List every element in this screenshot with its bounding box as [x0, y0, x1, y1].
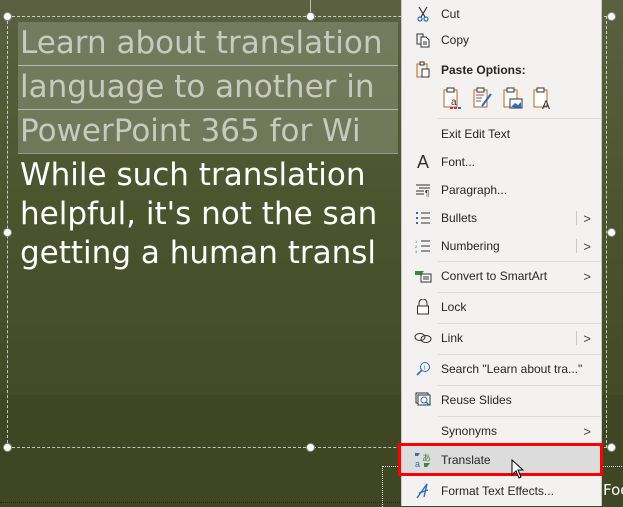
split-separator: [576, 211, 577, 225]
submenu-arrow-icon[interactable]: >: [583, 211, 591, 226]
scissors-icon: [414, 5, 432, 23]
split-separator: [576, 239, 577, 253]
menu-item-label: Format Text Effects...: [441, 484, 554, 498]
resize-handle-top-left[interactable]: [3, 12, 12, 21]
resize-handle-bottom-left[interactable]: [3, 443, 12, 452]
menu-item-lock[interactable]: Lock: [402, 293, 601, 321]
bottom-placeholder-border: [0, 502, 400, 504]
submenu-arrow-icon: >: [583, 268, 591, 284]
menu-item-label: Exit Edit Text: [441, 127, 511, 141]
body-text-line[interactable]: getting a human transl: [18, 232, 398, 271]
menu-item-label: Cut: [441, 7, 460, 21]
slide-text-body[interactable]: Learn about translation language to anot…: [18, 22, 398, 271]
paste-destination-icon: a: [443, 87, 461, 109]
svg-text:3: 3: [415, 249, 418, 253]
menu-item-search[interactable]: i Search "Learn about tra...": [402, 355, 601, 383]
footer-text: Foo: [603, 481, 623, 499]
menu-item-label: Copy: [441, 33, 470, 47]
submenu-arrow-icon: >: [583, 423, 591, 439]
menu-item-format-text-effects[interactable]: Format Text Effects...: [402, 477, 601, 505]
smartart-icon: [414, 267, 432, 285]
font-icon: A: [416, 151, 429, 172]
menu-item-synonyms[interactable]: Synonyms >: [402, 417, 601, 445]
search-icon: i: [414, 360, 432, 378]
menu-item-label: Font...: [441, 155, 476, 169]
text-effects-icon: [414, 482, 432, 500]
menu-item-font[interactable]: A Font...: [402, 148, 601, 176]
submenu-arrow-icon[interactable]: >: [583, 239, 591, 254]
svg-text:¶: ¶: [425, 189, 429, 197]
clipboard-icon: [414, 61, 432, 79]
paragraph-icon: ¶: [414, 181, 432, 199]
lock-icon: [414, 298, 432, 316]
bullets-icon: [414, 209, 432, 227]
svg-text:A: A: [542, 98, 550, 110]
menu-item-paste-options: Paste Options:: [402, 56, 601, 84]
paste-source-format-icon: [473, 87, 492, 108]
menu-item-label: Link: [441, 331, 464, 345]
copy-icon: [414, 31, 432, 49]
menu-item-copy[interactable]: Copy: [402, 26, 601, 54]
resize-handle-middle-right[interactable]: [607, 228, 616, 237]
reuse-slides-icon: [414, 391, 432, 409]
body-text-line[interactable]: While such translation: [18, 154, 398, 193]
numbering-icon: 123: [414, 237, 432, 255]
body-text-line[interactable]: helpful, it's not the san: [18, 193, 398, 232]
menu-item-label: Numbering: [441, 239, 500, 253]
split-separator: [576, 331, 577, 345]
translate-highlight-annotation: [398, 443, 603, 476]
paste-use-destination-theme-button[interactable]: a: [440, 86, 464, 110]
paste-options-row: a A: [440, 86, 554, 110]
menu-item-label: Reuse Slides: [441, 393, 512, 407]
context-menu: Cut Copy Paste Options: a A Exit Edit Te…: [401, 0, 602, 506]
menu-item-label: Search "Learn about tra...": [441, 362, 583, 376]
paste-keep-text-only-button[interactable]: A: [530, 86, 554, 110]
selected-text-line[interactable]: Learn about translation: [18, 22, 398, 66]
menu-item-label: Synonyms: [441, 424, 498, 438]
selected-text-line[interactable]: language to another in: [18, 65, 398, 110]
resize-handle-bottom-middle[interactable]: [306, 443, 315, 452]
menu-item-numbering[interactable]: 123 Numbering >: [402, 232, 601, 260]
menu-item-cut[interactable]: Cut: [402, 0, 601, 28]
menu-item-reuse-slides[interactable]: Reuse Slides: [402, 386, 601, 414]
resize-handle-top-right[interactable]: [607, 12, 616, 21]
mouse-cursor-icon: [511, 459, 525, 479]
resize-handle-top-middle[interactable]: [306, 12, 315, 21]
menu-item-label: Convert to SmartArt: [441, 269, 548, 283]
menu-separator: [438, 118, 601, 119]
svg-text:i: i: [424, 366, 425, 372]
paste-keep-source-formatting-button[interactable]: [470, 86, 494, 110]
menu-item-bullets[interactable]: Bullets >: [402, 204, 601, 232]
selected-text-line[interactable]: PowerPoint 365 for Wi: [18, 109, 398, 154]
paste-text-only-icon: A: [533, 87, 550, 110]
link-icon: [414, 329, 432, 347]
menu-item-label: Bullets: [441, 211, 478, 225]
resize-handle-bottom-right[interactable]: [607, 443, 616, 452]
resize-handle-middle-left[interactable]: [3, 228, 12, 237]
svg-text:a: a: [451, 97, 457, 108]
menu-item-paragraph[interactable]: ¶ Paragraph...: [402, 176, 601, 204]
menu-item-convert-smartart[interactable]: Convert to SmartArt >: [402, 262, 601, 290]
menu-item-exit-edit-text[interactable]: Exit Edit Text: [402, 120, 601, 148]
paste-picture-button[interactable]: [500, 86, 524, 110]
menu-item-label: Lock: [441, 300, 467, 314]
menu-item-label: Paragraph...: [441, 183, 508, 197]
paste-picture-icon: [503, 87, 523, 109]
menu-item-label: Paste Options:: [441, 63, 526, 77]
menu-item-link[interactable]: Link >: [402, 324, 601, 352]
submenu-arrow-icon[interactable]: >: [583, 331, 591, 346]
